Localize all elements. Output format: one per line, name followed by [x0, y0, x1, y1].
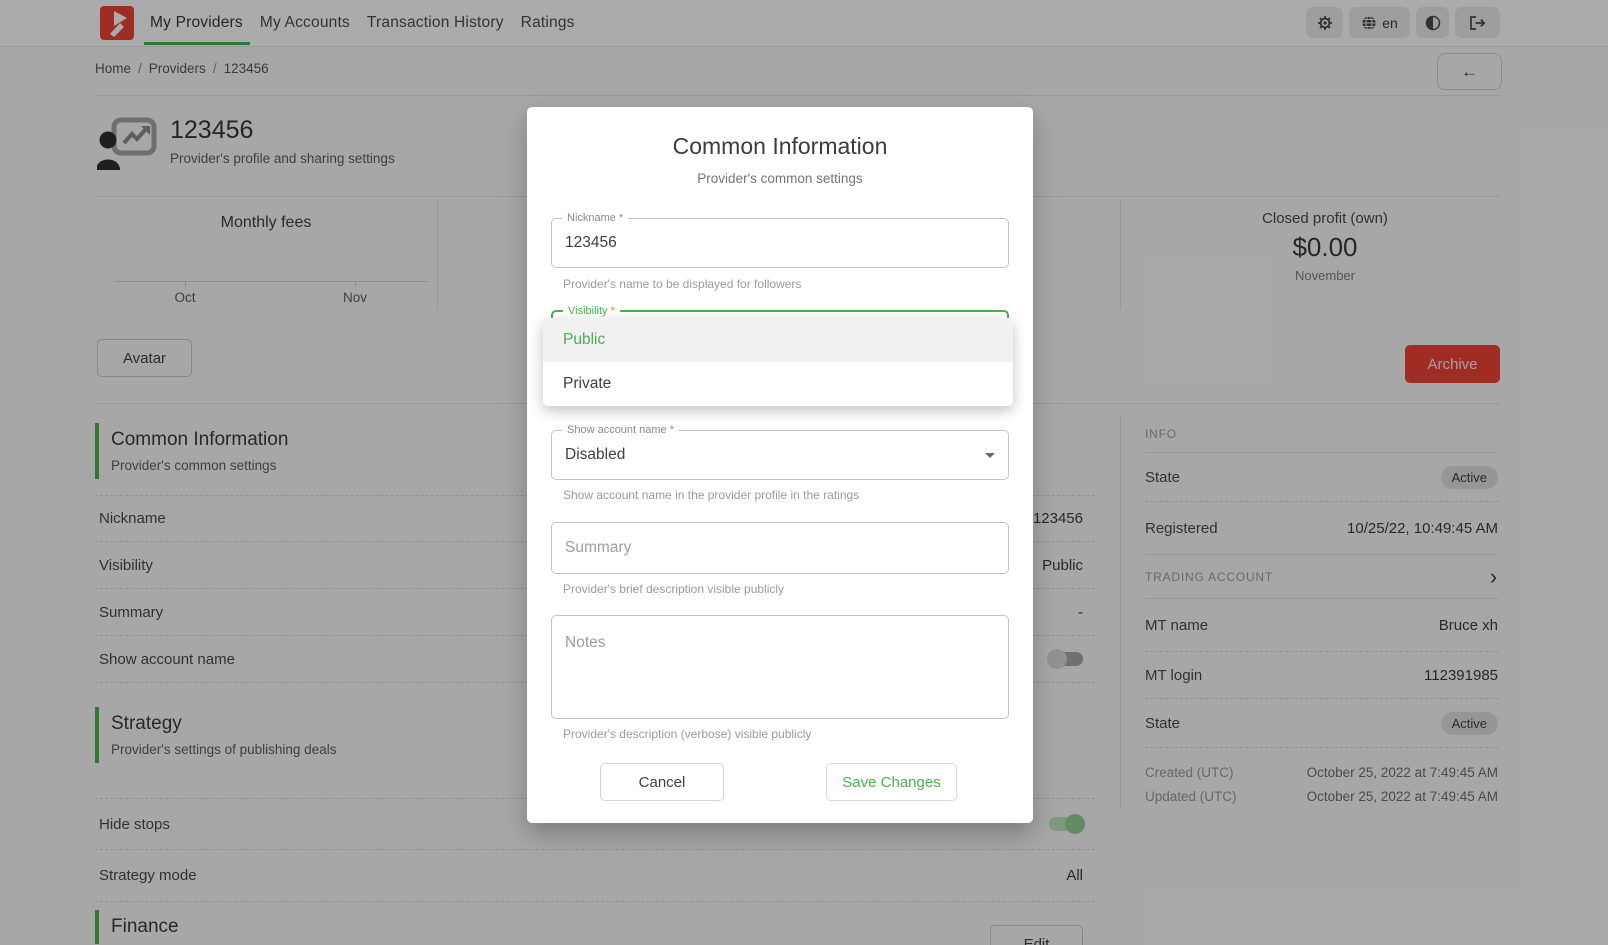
summary-helper: Provider's brief description visible pub… [563, 582, 784, 596]
chevron-down-icon [985, 453, 995, 458]
show-account-name-value: Disabled [565, 446, 625, 464]
app-root: My Providers My Accounts Transaction His… [0, 0, 1608, 945]
cancel-button[interactable]: Cancel [600, 763, 724, 801]
summary-placeholder: Summary [565, 539, 631, 557]
show-account-name-select[interactable]: Show account name * Disabled [551, 430, 1009, 480]
option-public[interactable]: Public [543, 318, 1013, 362]
summary-input[interactable]: Summary [551, 522, 1009, 574]
notes-helper: Provider's description (verbose) visible… [563, 727, 811, 741]
field-label: Nickname * [562, 212, 628, 224]
field-label: Show account name * [562, 424, 679, 436]
nickname-helper: Provider's name to be displayed for foll… [563, 277, 801, 291]
notes-textarea[interactable]: Notes [551, 615, 1009, 719]
common-information-dialog: Common Information Provider's common set… [527, 107, 1033, 823]
option-private[interactable]: Private [543, 362, 1013, 406]
show-account-name-helper: Show account name in the provider profil… [563, 488, 859, 502]
nickname-field[interactable]: Nickname * 123456 [551, 218, 1009, 268]
field-label: Visibility * [563, 305, 620, 317]
nickname-value: 123456 [565, 234, 617, 252]
save-changes-button[interactable]: Save Changes [826, 763, 957, 801]
notes-placeholder: Notes [565, 634, 606, 652]
dialog-title: Common Information [527, 133, 1033, 160]
dialog-subtitle: Provider's common settings [527, 171, 1033, 186]
visibility-dropdown-menu: Public Private [543, 318, 1013, 406]
